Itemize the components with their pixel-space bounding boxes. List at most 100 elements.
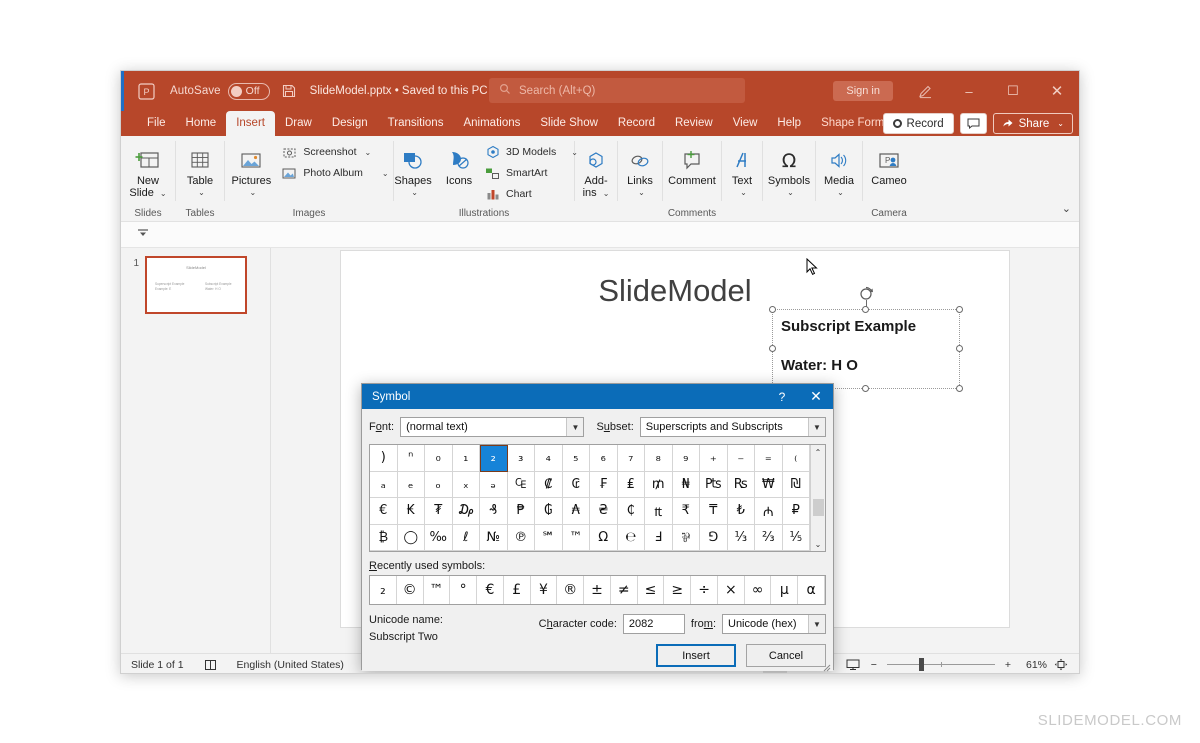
recent-symbol-cell[interactable]: × bbox=[718, 576, 745, 604]
recent-symbol-cell[interactable]: ± bbox=[584, 576, 611, 604]
slide-title[interactable]: SlideModel bbox=[341, 273, 1009, 309]
recent-symbol-cell[interactable]: ÷ bbox=[691, 576, 718, 604]
symbol-cell[interactable]: № bbox=[480, 525, 508, 552]
symbol-cell[interactable]: ₅ bbox=[563, 445, 591, 472]
symbol-cell[interactable]: ℮ bbox=[618, 525, 646, 552]
symbol-cell[interactable]: ⅕ bbox=[783, 525, 811, 552]
symbol-cell[interactable]: ℗ bbox=[508, 525, 536, 552]
symbol-cell[interactable]: ₶ bbox=[645, 498, 673, 525]
record-button[interactable]: Record bbox=[883, 113, 954, 134]
new-slide-button[interactable]: New Slide ⌄ bbox=[122, 139, 174, 200]
recent-symbol-cell[interactable]: ≠ bbox=[611, 576, 638, 604]
symbol-cell[interactable]: ₄ bbox=[535, 445, 563, 472]
recent-symbol-cell[interactable]: ≥ bbox=[664, 576, 691, 604]
cancel-button[interactable]: Cancel bbox=[746, 644, 826, 667]
maximize-button[interactable]: ☐ bbox=[991, 71, 1035, 111]
fit-slide-to-window-icon[interactable] bbox=[1049, 656, 1073, 674]
symbol-cell[interactable]: ₲ bbox=[535, 498, 563, 525]
recent-symbol-cell[interactable]: ® bbox=[557, 576, 584, 604]
symbol-cell[interactable]: ₇ bbox=[618, 445, 646, 472]
symbol-dialog[interactable]: Symbol ? ✕ Font: (normal text) ▼ Subset:… bbox=[361, 383, 834, 670]
pictures-button[interactable]: Pictures ⌄ bbox=[226, 139, 276, 199]
recent-symbol-cell[interactable]: € bbox=[477, 576, 504, 604]
symbol-cell[interactable]: ₥ bbox=[645, 472, 673, 499]
autosave-toggle[interactable]: Off bbox=[228, 83, 270, 100]
symbol-cell[interactable]: Ⅎ bbox=[645, 525, 673, 552]
symbol-cell[interactable]: ₵ bbox=[618, 498, 646, 525]
symbol-cell[interactable]: ₺ bbox=[728, 498, 756, 525]
symbol-cell[interactable]: ₑ bbox=[398, 472, 426, 499]
scrollbar-thumb[interactable] bbox=[813, 499, 824, 516]
pen-icon[interactable] bbox=[903, 71, 947, 111]
comment-button[interactable]: Comment bbox=[663, 139, 721, 187]
symbol-cell[interactable]: ₸ bbox=[700, 498, 728, 525]
dialog-resize-grip[interactable] bbox=[821, 659, 831, 669]
tab-draw[interactable]: Draw bbox=[275, 111, 322, 136]
recent-symbol-cell[interactable]: ≤ bbox=[638, 576, 665, 604]
symbol-cell[interactable]: ₩ bbox=[755, 472, 783, 499]
symbol-cell[interactable]: ₹ bbox=[673, 498, 701, 525]
symbols-button[interactable]: Ω Symbols ⌄ bbox=[763, 139, 815, 199]
recent-symbol-cell[interactable]: µ bbox=[771, 576, 798, 604]
symbol-cell[interactable]: ₐ bbox=[370, 472, 398, 499]
share-button[interactable]: Share ⌄ bbox=[993, 113, 1073, 134]
symbol-cell[interactable]: ₨ bbox=[728, 472, 756, 499]
symbol-cell[interactable]: ⅁ bbox=[700, 525, 728, 552]
symbol-cell[interactable]: ₃ bbox=[508, 445, 536, 472]
symbol-cell[interactable]: ₁ bbox=[453, 445, 481, 472]
symbol-cell[interactable]: ₰ bbox=[480, 498, 508, 525]
collapse-ribbon-button[interactable]: ⌄ bbox=[1062, 202, 1071, 215]
symbol-cell[interactable]: ₪ bbox=[783, 472, 811, 499]
chevron-down-icon[interactable]: ▼ bbox=[808, 418, 825, 436]
symbol-cell[interactable]: ₽ bbox=[783, 498, 811, 525]
tab-animations[interactable]: Animations bbox=[453, 111, 530, 136]
symbol-cell[interactable]: ₳ bbox=[563, 498, 591, 525]
resize-handle-s[interactable] bbox=[862, 385, 869, 392]
symbol-grid-scrollbar[interactable]: ⌃ ⌄ bbox=[810, 445, 825, 551]
tab-review[interactable]: Review bbox=[665, 111, 723, 136]
symbol-cell[interactable]: ₢ bbox=[563, 472, 591, 499]
symbol-cell[interactable]: ₴ bbox=[590, 498, 618, 525]
media-button[interactable]: Media ⌄ bbox=[816, 139, 862, 199]
tab-record[interactable]: Record bbox=[608, 111, 665, 136]
symbol-cell[interactable]: Ω bbox=[590, 525, 618, 552]
symbol-cell[interactable]: ⅓ bbox=[728, 525, 756, 552]
tab-slide-show[interactable]: Slide Show bbox=[530, 111, 608, 136]
symbol-cell[interactable]: ₦ bbox=[673, 472, 701, 499]
chart-button[interactable]: Chart bbox=[481, 185, 581, 203]
symbol-cell[interactable]: ℠ bbox=[535, 525, 563, 552]
3d-models-button[interactable]: 3D Models ⌄ bbox=[481, 143, 581, 161]
selected-text-box[interactable]: Subscript Example Water: H O bbox=[772, 309, 960, 389]
recently-used-symbols[interactable]: ₂©™°€£¥®±≠≤≥÷×∞µα bbox=[369, 575, 826, 605]
symbol-cell[interactable]: ₓ bbox=[453, 472, 481, 499]
tab-design[interactable]: Design bbox=[322, 111, 378, 136]
icons-button[interactable]: Icons bbox=[439, 139, 479, 187]
thumbnail-row[interactable]: 1 SlideModel Superscript Example Example… bbox=[121, 256, 270, 314]
symbol-cell[interactable]: ₧ bbox=[700, 472, 728, 499]
zoom-in-button[interactable]: + bbox=[1001, 659, 1015, 671]
chevron-down-icon[interactable]: ▼ bbox=[808, 615, 825, 633]
symbol-cell[interactable]: ₊ bbox=[700, 445, 728, 472]
symbol-cell[interactable]: ₍ bbox=[783, 445, 811, 472]
close-button[interactable]: ✕ bbox=[1035, 71, 1079, 111]
smartart-button[interactable]: SmartArt bbox=[481, 164, 581, 182]
symbol-cell[interactable]: ℓ bbox=[453, 525, 481, 552]
screenshot-button[interactable]: Screenshot ⌄ bbox=[278, 143, 391, 161]
table-button[interactable]: Table ⌄ bbox=[174, 139, 226, 199]
notes-page-icon[interactable] bbox=[194, 659, 227, 671]
language-indicator[interactable]: English (United States) bbox=[227, 659, 354, 671]
resize-handle-ne[interactable] bbox=[956, 306, 963, 313]
symbol-cell[interactable]: ₒ bbox=[425, 472, 453, 499]
recent-symbol-cell[interactable]: £ bbox=[504, 576, 531, 604]
symbol-cell[interactable]: ™ bbox=[563, 525, 591, 552]
symbol-cell[interactable]: ₉ bbox=[673, 445, 701, 472]
document-title[interactable]: SlideModel.pptx • Saved to this PC ⌄ bbox=[310, 85, 504, 97]
text-button[interactable]: Text ⌄ bbox=[722, 139, 762, 199]
symbol-cell[interactable]: ₮ bbox=[425, 498, 453, 525]
recent-symbol-cell[interactable]: © bbox=[397, 576, 424, 604]
symbol-cell[interactable]: ⅔ bbox=[755, 525, 783, 552]
resize-handle-se[interactable] bbox=[956, 385, 963, 392]
resize-handle-nw[interactable] bbox=[769, 306, 776, 313]
symbol-cell[interactable]: ⁿ bbox=[398, 445, 426, 472]
recent-symbol-cell[interactable]: ° bbox=[450, 576, 477, 604]
